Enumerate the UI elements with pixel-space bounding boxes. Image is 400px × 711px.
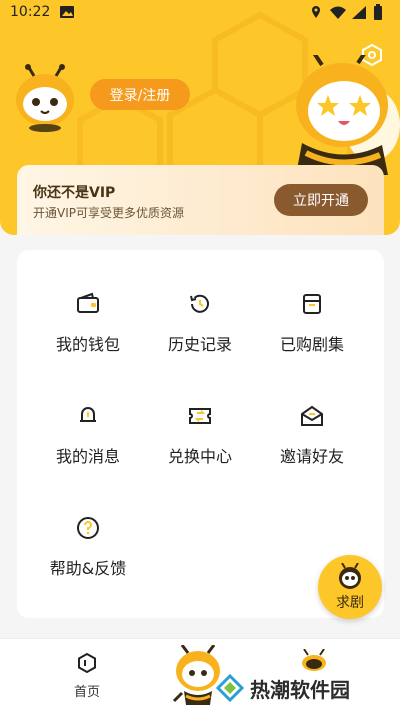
profile-header: 10:22 登录/注册 你还不是VIP 开通VIP可享受更多优质资源 立即开通	[0, 0, 400, 235]
menu-item-label: 历史记录	[167, 335, 232, 354]
vip-subtitle: 开通VIP可享受更多优质资源	[33, 206, 184, 220]
vip-card: 你还不是VIP 开通VIP可享受更多优质资源 立即开通	[17, 165, 384, 235]
watermark-text: 热潮软件园	[250, 678, 350, 702]
menu-item-purchased[interactable]: 已购剧集	[257, 292, 367, 372]
menu-item-label: 已购剧集	[279, 335, 344, 354]
history-icon	[190, 294, 209, 313]
menu-item-messages[interactable]: 我的消息	[33, 404, 143, 484]
gallery-icon	[60, 6, 74, 18]
bell-icon	[80, 407, 96, 422]
menu-item-history[interactable]: 历史记录	[145, 292, 255, 372]
exchange-ticket-icon	[189, 408, 211, 424]
menu-item-label: 兑换中心	[167, 447, 232, 466]
menu-item-wallet[interactable]: 我的钱包	[33, 292, 143, 372]
menu-item-label: 邀请好友	[279, 447, 344, 466]
watermark-logo-icon	[216, 674, 244, 702]
menu-item-label: 帮助&反馈	[49, 559, 127, 578]
location-icon	[312, 6, 320, 18]
request-drama-button[interactable]: 求剧	[318, 555, 382, 619]
status-bar: 10:22	[0, 0, 400, 26]
status-right-icons	[312, 4, 382, 20]
battery-icon	[374, 6, 382, 20]
invite-envelope-icon	[301, 405, 323, 426]
bee-mascot-illustration	[296, 55, 400, 175]
request-drama-label: 求剧	[336, 595, 364, 611]
watermark: 热潮软件园	[216, 670, 392, 706]
home-hexagon-icon	[78, 653, 96, 673]
bee-avatar[interactable]	[14, 64, 76, 132]
wallet-icon	[77, 292, 99, 313]
bee-head-nav-icon[interactable]	[300, 649, 328, 671]
bee-face-icon	[339, 563, 361, 589]
wifi-icon	[330, 6, 346, 19]
vip-open-button[interactable]: 立即开通	[274, 184, 368, 216]
help-question-icon	[77, 517, 99, 539]
purchased-box-icon	[303, 294, 321, 314]
menu-item-exchange[interactable]: 兑换中心	[145, 404, 255, 484]
vip-title: 你还不是VIP	[33, 185, 116, 201]
signal-icon	[352, 6, 366, 19]
nav-item-home[interactable]: 首页	[60, 653, 114, 701]
status-time: 10:22	[10, 4, 51, 20]
menu-item-invite[interactable]: 邀请好友	[257, 404, 367, 484]
login-register-button[interactable]: 登录/注册	[90, 79, 190, 110]
menu-item-label: 我的消息	[55, 447, 120, 466]
nav-label-home: 首页	[73, 685, 100, 700]
menu-item-label: 我的钱包	[55, 335, 120, 354]
menu-item-help[interactable]: 帮助&反馈	[33, 516, 143, 596]
